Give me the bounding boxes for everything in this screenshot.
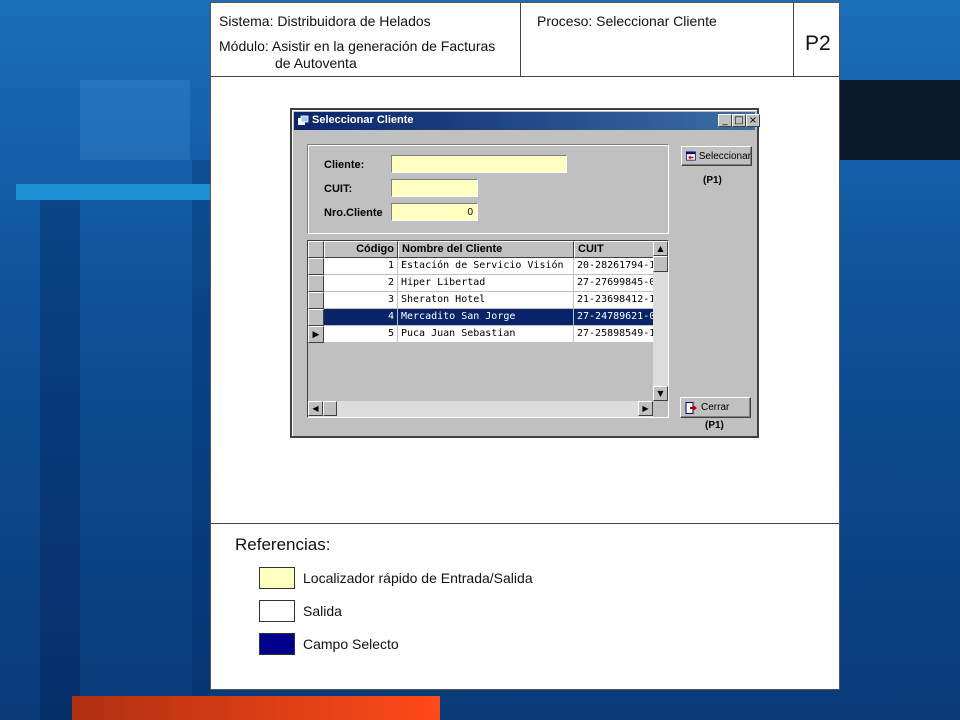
cerrar-button[interactable]: Cerrar	[680, 397, 751, 418]
cell-nombre: Mercadito San Jorge	[398, 309, 574, 326]
column-header-cuit[interactable]: CUIT	[574, 241, 656, 258]
process-title: Proceso: Seleccionar Cliente	[537, 13, 717, 29]
window-title: Seleccionar Cliente	[312, 114, 414, 126]
module-title-continued: de Autoventa	[275, 55, 357, 71]
table-row[interactable]: ▶ 5 Puca Juan Sebastian 27-25898549-1	[308, 326, 656, 343]
cell-codigo: 3	[324, 292, 398, 309]
row-indicator[interactable]	[308, 309, 324, 326]
cell-nombre: Sheraton Hotel	[398, 292, 574, 309]
cliente-label: Cliente:	[324, 159, 365, 171]
cell-cuit: 27-24789621-0	[574, 309, 656, 326]
scroll-up-icon[interactable]: ▲	[653, 241, 668, 256]
select-client-window: Seleccionar Cliente _ □ × Cliente: CUIT:…	[290, 108, 760, 438]
background-accent-bar	[16, 184, 210, 200]
references-title: Referencias:	[235, 535, 331, 554]
app-icon	[298, 115, 309, 125]
cell-cuit: 20-28261794-1	[574, 258, 656, 275]
client-grid: Código Nombre del Cliente CUIT 1 Estació…	[307, 240, 669, 418]
swatch-output	[259, 600, 295, 622]
horizontal-scrollbar[interactable]: ◀ ▶	[308, 401, 653, 417]
nro-cliente-input[interactable]	[391, 203, 478, 221]
seleccionar-button[interactable]: Seleccionar	[681, 146, 752, 166]
cliente-input[interactable]	[391, 155, 567, 173]
row-indicator[interactable]	[308, 275, 324, 292]
references-divider	[211, 523, 839, 524]
sheet-header: Sistema: Distribuidora de Helados Módulo…	[211, 3, 839, 77]
legend-locator-label: Localizador rápido de Entrada/Salida	[303, 570, 533, 586]
swatch-selected-field	[259, 633, 295, 655]
cell-cuit: 27-25898549-1	[574, 326, 656, 343]
column-header-nombre[interactable]: Nombre del Cliente	[398, 241, 574, 258]
grid-header: Código Nombre del Cliente CUIT	[308, 241, 656, 258]
select-icon	[686, 151, 696, 161]
window-titlebar[interactable]: Seleccionar Cliente _ □ ×	[294, 112, 760, 130]
row-indicator[interactable]	[308, 292, 324, 309]
background-block	[80, 80, 190, 160]
cell-codigo: 2	[324, 275, 398, 292]
nro-cliente-label: Nro.Cliente	[324, 207, 383, 219]
column-header-codigo[interactable]: Código	[324, 241, 398, 258]
swatch-locator	[259, 567, 295, 589]
cell-codigo: 1	[324, 258, 398, 275]
table-row-selected[interactable]: 4 Mercadito San Jorge 27-24789621-0	[308, 309, 656, 326]
cell-codigo: 4	[324, 309, 398, 326]
scroll-left-icon[interactable]: ◀	[308, 401, 323, 416]
cuit-input[interactable]	[391, 179, 478, 197]
background-orange-bar	[72, 696, 440, 720]
seleccionar-label: Seleccionar	[698, 150, 751, 162]
cell-codigo: 5	[324, 326, 398, 343]
close-button[interactable]: ×	[746, 114, 760, 127]
exit-door-icon	[685, 401, 697, 414]
specification-sheet: Sistema: Distribuidora de Helados Módulo…	[210, 2, 840, 690]
seleccionar-reference: (P1)	[703, 175, 722, 186]
legend-selected-label: Campo Selecto	[303, 636, 399, 652]
vertical-scroll-thumb[interactable]	[653, 256, 668, 272]
vertical-scrollbar[interactable]: ▲ ▼	[653, 241, 668, 401]
cerrar-label: Cerrar	[701, 402, 730, 413]
cuit-label: CUIT:	[324, 183, 353, 195]
background-strip	[40, 200, 80, 720]
legend-output-label: Salida	[303, 603, 342, 619]
header-system-cell: Sistema: Distribuidora de Helados Módulo…	[211, 3, 521, 77]
background-column	[192, 160, 210, 720]
cell-nombre: Puca Juan Sebastian	[398, 326, 574, 343]
table-row[interactable]: 3 Sheraton Hotel 21-23698412-1	[308, 292, 656, 309]
scroll-down-icon[interactable]: ▼	[653, 386, 668, 401]
cell-nombre: Hiper Libertad	[398, 275, 574, 292]
minimize-button[interactable]: _	[718, 114, 732, 127]
screen-code: P2	[805, 32, 831, 55]
cell-cuit: 21-23698412-1	[574, 292, 656, 309]
table-row[interactable]: 2 Hiper Libertad 27-27699845-0	[308, 275, 656, 292]
row-indicator[interactable]	[308, 258, 324, 275]
cerrar-reference: (P1)	[705, 420, 724, 431]
horizontal-scroll-thumb[interactable]	[323, 401, 337, 416]
background-dark-block	[840, 80, 960, 160]
cell-nombre: Estación de Servicio Visión	[398, 258, 574, 275]
scroll-right-icon[interactable]: ▶	[638, 401, 653, 416]
cell-cuit: 27-27699845-0	[574, 275, 656, 292]
maximize-button[interactable]: □	[732, 114, 746, 127]
header-code-cell: P2	[794, 3, 839, 77]
table-row[interactable]: 1 Estación de Servicio Visión 20-2826179…	[308, 258, 656, 275]
current-row-indicator[interactable]: ▶	[308, 326, 324, 343]
header-process-cell: Proceso: Seleccionar Cliente	[521, 3, 794, 77]
module-title: Módulo: Asistir en la generación de Fact…	[219, 38, 496, 54]
system-title: Sistema: Distribuidora de Helados	[219, 13, 431, 29]
grid-corner	[308, 241, 324, 258]
